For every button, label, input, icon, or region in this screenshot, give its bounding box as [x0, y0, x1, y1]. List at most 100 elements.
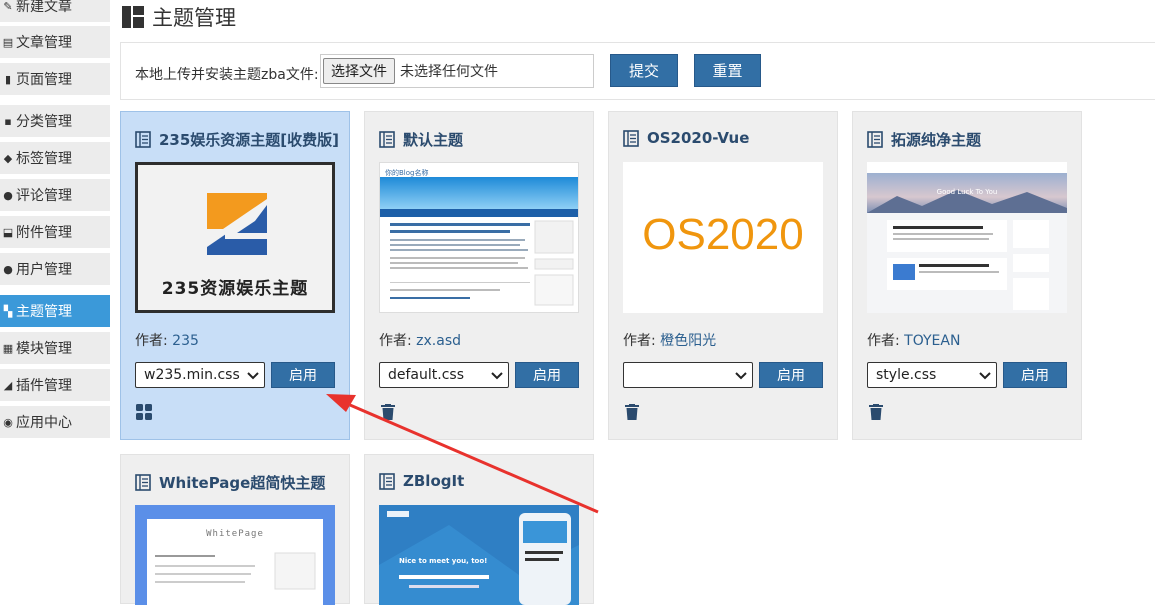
- theme-thumbnail: Nice to meet you, too!: [379, 505, 579, 605]
- author-label: 作者:: [623, 333, 656, 349]
- sidebar-item-label: 标签管理: [16, 151, 72, 167]
- sidebar-item-label: 插件管理: [16, 378, 72, 394]
- sidebar-item-modules[interactable]: ▦ 模块管理: [0, 332, 110, 364]
- sidebar-item-plugins[interactable]: ◢ 插件管理: [0, 369, 110, 401]
- toyean-theme-preview: [867, 162, 1067, 310]
- pencil-icon: ✎: [3, 0, 13, 13]
- sidebar-item-label: 应用中心: [16, 415, 72, 431]
- upload-bar: 本地上传并安装主题zba文件: 选择文件 未选择任何文件 提交 重置: [120, 42, 1155, 100]
- module-icon: ▦: [2, 341, 14, 355]
- author-name: TOYEAN: [904, 333, 961, 349]
- theme-card-title: OS2020-Vue: [623, 129, 749, 147]
- sidebar-item-new-article[interactable]: ✎ 新建文章: [0, 0, 110, 22]
- document-icon: [623, 129, 639, 147]
- sidebar-item-categories[interactable]: ▪ 分类管理: [0, 105, 110, 137]
- sidebar-item-attachments[interactable]: ⬓ 附件管理: [0, 216, 110, 248]
- enable-button[interactable]: 启用: [759, 362, 823, 388]
- sidebar-item-label: 用户管理: [16, 262, 72, 278]
- sidebar-item-label: 页面管理: [16, 72, 72, 88]
- module-grid-icon[interactable]: [136, 404, 152, 420]
- logo-z-icon: [207, 193, 267, 255]
- submit-button[interactable]: 提交: [610, 54, 678, 87]
- document-icon: [379, 131, 395, 148]
- sidebar-item-pages[interactable]: ▮ 页面管理: [0, 63, 110, 95]
- sidebar-item-label: 模块管理: [16, 341, 72, 357]
- choose-file-button[interactable]: 选择文件: [323, 58, 395, 84]
- theme-name: WhitePage超简快主题: [159, 474, 326, 492]
- trash-icon[interactable]: [380, 404, 396, 420]
- trash-icon[interactable]: [624, 404, 640, 420]
- document-icon: [135, 474, 151, 491]
- theme-icon: ▚: [3, 304, 13, 318]
- theme-card-title: 默认主题: [379, 129, 463, 150]
- css-select[interactable]: [623, 362, 753, 388]
- plugin-icon: ◢: [3, 378, 13, 392]
- theme-card-title: ZBlogIt: [379, 472, 464, 490]
- sidebar-item-tags[interactable]: ◆ 标签管理: [0, 142, 110, 174]
- sidebar-item-themes[interactable]: ▚ 主题管理: [0, 295, 110, 327]
- chevron-down-icon: [979, 372, 991, 380]
- enable-button[interactable]: 启用: [271, 362, 335, 388]
- theme-card-title: 235娱乐资源主题[收费版]: [135, 129, 339, 150]
- css-select[interactable]: w235.min.css: [135, 362, 265, 388]
- theme-card-title: WhitePage超简快主题: [135, 472, 325, 493]
- theme-name: 235娱乐资源主题[收费版]: [159, 131, 340, 149]
- app-center-icon: ◉: [3, 415, 13, 429]
- article-icon: ▤: [2, 35, 14, 49]
- theme-name: OS2020-Vue: [647, 129, 750, 147]
- whitepage-preview: [155, 552, 316, 590]
- attachment-icon: ⬓: [2, 225, 14, 239]
- enable-button[interactable]: 启用: [1003, 362, 1067, 388]
- theme-card: 默认主题 你的Blog名称 作者: zx.asd default.css 启用: [364, 111, 594, 440]
- sidebar-item-articles[interactable]: ▤ 文章管理: [0, 26, 110, 58]
- theme-author: 作者: 橙色阳光: [623, 330, 716, 350]
- author-name: 橙色阳光: [660, 333, 717, 349]
- theme-thumbnail: OS2020: [623, 162, 823, 313]
- sidebar-item-label: 评论管理: [16, 188, 72, 204]
- sidebar-item-label: 附件管理: [16, 225, 72, 241]
- sidebar: ✎ 新建文章 ▤ 文章管理 ▮ 页面管理 ▪ 分类管理 ◆ 标签管理 ● 评论管理 ⬓ 附件管…: [0, 0, 110, 598]
- no-file-text: 未选择任何文件: [400, 64, 498, 80]
- reset-button[interactable]: 重置: [694, 54, 761, 87]
- thumbnail-text: 235资源娱乐主题: [161, 279, 309, 299]
- thumbnail-text: WhitePage: [206, 529, 264, 539]
- sidebar-item-comments[interactable]: ● 评论管理: [0, 179, 110, 211]
- author-label: 作者:: [135, 333, 168, 349]
- page-icon: ▮: [4, 72, 12, 86]
- trash-icon[interactable]: [868, 404, 884, 420]
- enable-button[interactable]: 启用: [515, 362, 579, 388]
- sidebar-item-app-center[interactable]: ◉ 应用中心: [0, 406, 110, 438]
- theme-icon: [122, 6, 144, 28]
- css-select[interactable]: style.css: [867, 362, 997, 388]
- css-select-value: default.css: [388, 367, 464, 383]
- file-input[interactable]: 选择文件 未选择任何文件: [320, 54, 594, 88]
- page-title-text: 主题管理: [152, 6, 236, 30]
- document-icon: [867, 131, 883, 148]
- upload-label: 本地上传并安装主题zba文件:: [135, 67, 319, 83]
- css-select[interactable]: default.css: [379, 362, 509, 388]
- theme-thumbnail: 你的Blog名称: [379, 162, 579, 313]
- css-select-value: w235.min.css: [144, 367, 240, 383]
- author-name: 235: [172, 333, 199, 349]
- theme-author: 作者: 235: [135, 330, 199, 350]
- theme-card: 拓源纯净主题 Good Luck To You 作者: TOYEAN style…: [852, 111, 1082, 440]
- sidebar-item-label: 主题管理: [16, 304, 72, 320]
- chevron-down-icon: [247, 372, 259, 380]
- thumbnail-text: OS2020: [642, 210, 804, 259]
- theme-author: 作者: TOYEAN: [867, 330, 960, 350]
- comment-icon: ●: [3, 188, 13, 202]
- css-select-value: style.css: [876, 367, 937, 383]
- theme-name: 拓源纯净主题: [891, 131, 982, 149]
- document-icon: [135, 131, 151, 148]
- user-icon: ●: [3, 262, 13, 276]
- author-name: zx.asd: [416, 333, 462, 349]
- theme-card: WhitePage超简快主题 WhitePage: [120, 454, 350, 605]
- theme-name: 默认主题: [403, 131, 464, 149]
- chevron-down-icon: [735, 372, 747, 380]
- folder-icon: ▪: [4, 114, 12, 128]
- theme-thumbnail: WhitePage: [135, 505, 335, 605]
- sidebar-item-users[interactable]: ● 用户管理: [0, 253, 110, 285]
- theme-thumbnail: 235资源娱乐主题: [135, 162, 335, 313]
- theme-author: 作者: zx.asd: [379, 330, 461, 350]
- author-label: 作者:: [867, 333, 900, 349]
